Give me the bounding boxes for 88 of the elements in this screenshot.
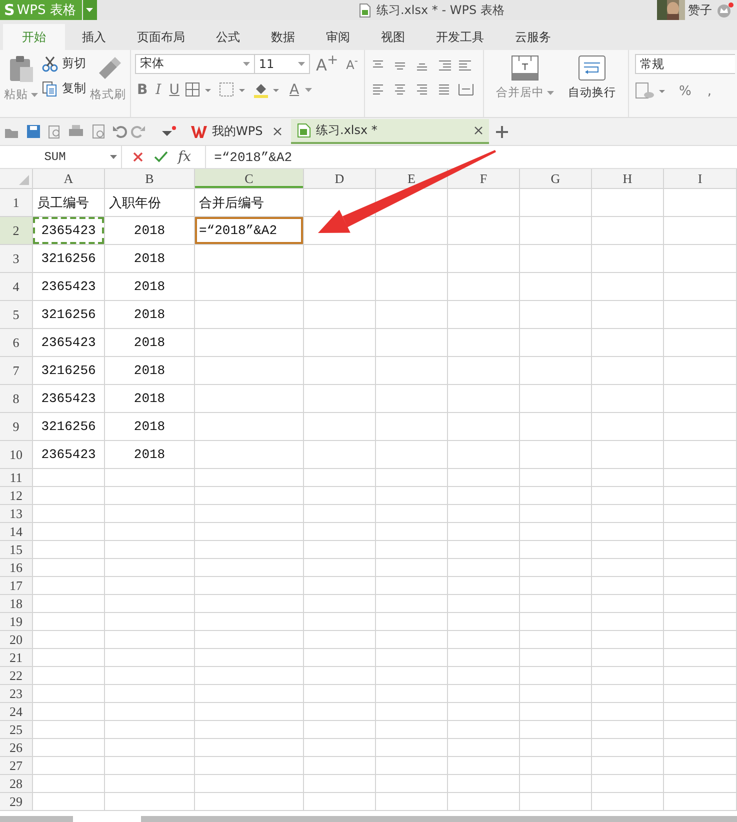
table-cell-text: 3216256: [40, 250, 97, 268]
ribbon-tab[interactable]: 视图: [367, 24, 419, 50]
row-header[interactable]: 10: [0, 441, 33, 468]
table-cell-text: 2018: [132, 362, 166, 380]
row-header[interactable]: 16: [0, 559, 33, 576]
table-cell-text: 2365423: [40, 390, 97, 408]
grow-font-button[interactable]: A$^{+}$: [314, 53, 340, 74]
row-header[interactable]: 25: [0, 721, 33, 738]
table-cell-text: 2018: [132, 278, 166, 296]
row-header[interactable]: 15: [0, 541, 33, 558]
name-box[interactable]: SUM: [0, 146, 122, 168]
table-cell-text: 入职年份: [108, 194, 162, 212]
row-header[interactable]: 22: [0, 667, 33, 684]
ribbon-tab[interactable]: 数据: [257, 24, 309, 50]
ribbon-tab[interactable]: 审阅: [312, 24, 364, 50]
ribbon-tab[interactable]: 开始: [3, 24, 65, 50]
row-header[interactable]: 12: [0, 487, 33, 504]
row-header[interactable]: 4: [0, 273, 33, 300]
table-cell-text: 2018: [132, 446, 166, 464]
table-cell: 2365423: [33, 217, 104, 244]
row-header[interactable]: 5: [0, 301, 33, 328]
table-cell-text: 2018: [132, 222, 166, 240]
row-header[interactable]: 21: [0, 649, 33, 666]
row-header[interactable]: 6: [0, 329, 33, 356]
table-cell-text: 3216256: [40, 418, 97, 436]
table-cell-text: 2018: [132, 250, 166, 268]
row-header[interactable]: 24: [0, 703, 33, 720]
row-header[interactable]: 26: [0, 739, 33, 756]
ribbon-tab[interactable]: 云服务: [501, 24, 565, 50]
column-header[interactable]: C: [195, 169, 304, 188]
row-header[interactable]: 29: [0, 793, 33, 810]
row-header[interactable]: 7: [0, 357, 33, 384]
row-header[interactable]: 14: [0, 523, 33, 540]
table-cell-text: 2018: [132, 306, 166, 324]
table-cell-text: 员工编号: [36, 194, 90, 212]
insert-function-button[interactable]: fx: [178, 149, 192, 165]
table-cell-text: 2365423: [40, 334, 97, 352]
row-header[interactable]: 23: [0, 685, 33, 702]
italic-button[interactable]: I: [154, 82, 164, 98]
row-header[interactable]: 9: [0, 413, 33, 440]
table-cell-text: 合并后编号: [198, 194, 265, 212]
window-title: 练习.xlsx * - WPS 表格: [376, 2, 504, 18]
row-header[interactable]: 1: [0, 189, 33, 216]
row-header[interactable]: 2: [0, 217, 33, 244]
bold-button[interactable]: B: [135, 82, 150, 98]
row-header[interactable]: 18: [0, 595, 33, 612]
column-header[interactable]: B: [105, 169, 195, 188]
ribbon-tab[interactable]: 插入: [68, 24, 120, 50]
column-header[interactable]: I: [664, 169, 737, 188]
font-size-dropdown[interactable]: 11: [254, 54, 310, 74]
row-header[interactable]: 3: [0, 245, 33, 272]
ribbon-tab[interactable]: 开发工具: [422, 24, 498, 50]
wrap-text-button[interactable]: 自动换行: [568, 53, 616, 114]
table-cell-text: 2365423: [40, 278, 97, 296]
cut-button[interactable]: 剪切: [42, 55, 86, 72]
document-tab[interactable]: 我的WPS: [185, 119, 285, 144]
shrink-font-button[interactable]: A$^{-}$: [344, 56, 360, 72]
percent-button[interactable]: %: [673, 84, 698, 98]
font-color-button[interactable]: A: [287, 82, 302, 98]
font-name-dropdown[interactable]: 宋体: [135, 54, 255, 74]
column-header[interactable]: A: [33, 169, 105, 188]
table-cell-text: 2018: [132, 390, 166, 408]
row-header[interactable]: 17: [0, 577, 33, 594]
ribbon-tab[interactable]: 页面布局: [123, 24, 199, 50]
copy-button[interactable]: 复制: [42, 80, 86, 97]
table-cell-text: 3216256: [40, 362, 97, 380]
column-header[interactable]: D: [304, 169, 376, 188]
row-header[interactable]: 20: [0, 631, 33, 648]
row-header[interactable]: 11: [0, 469, 33, 486]
row-header[interactable]: 28: [0, 775, 33, 792]
underline-button[interactable]: U: [167, 82, 182, 98]
user-name: 赞子: [688, 2, 712, 18]
column-header[interactable]: H: [592, 169, 664, 188]
number-format-dropdown[interactable]: 常规: [635, 54, 735, 74]
row-header[interactable]: 19: [0, 613, 33, 630]
active-cell[interactable]: =“2018”&A2: [195, 217, 303, 244]
column-header[interactable]: G: [520, 169, 592, 188]
document-tab[interactable]: 练习.xlsx *: [291, 119, 489, 144]
column-header[interactable]: F: [448, 169, 520, 188]
table-cell-text: 2018: [132, 418, 166, 436]
comma-style-button[interactable]: ,: [701, 84, 718, 98]
row-header[interactable]: 8: [0, 385, 33, 412]
table-cell-text: 2365423: [40, 446, 97, 464]
table-cell-text: 3216256: [40, 306, 97, 324]
row-header[interactable]: 13: [0, 505, 33, 522]
table-cell-text: 2018: [132, 334, 166, 352]
ribbon-tab[interactable]: 公式: [202, 24, 254, 50]
row-header[interactable]: 27: [0, 757, 33, 774]
